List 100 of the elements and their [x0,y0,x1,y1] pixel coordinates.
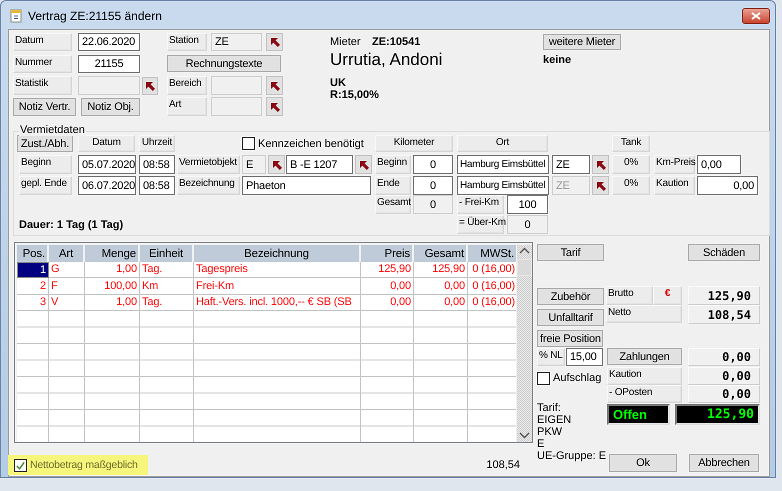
tenant-label: Mieter [330,35,362,49]
table-cell: 3 [17,294,49,311]
window-title: Vertrag ZE:21155 ändern [28,8,162,22]
accessories-button[interactable]: Zubehör [537,288,604,305]
station-field[interactable]: ZE [552,155,590,174]
column-header[interactable]: Bezeichnung [194,245,361,263]
table-cell: 1,00 [85,294,140,311]
lookup-button[interactable] [592,155,609,174]
checkbox-label: Kennzeichen benötigt [258,138,364,150]
pickup-button[interactable]: Zust./Abh. [17,135,73,152]
plate-field[interactable]: B -E 1207 [286,155,353,174]
checkbox[interactable] [537,372,550,384]
note-button[interactable]: Notiz Vertr. [13,98,76,116]
field-label: = Über-Km [457,215,504,234]
table-cell: Tagespreis [194,262,361,278]
cancel-button[interactable]: Abbrechen [689,454,759,472]
column-header[interactable]: Preis [361,245,414,263]
column-header[interactable]: Menge [85,245,140,263]
column-header[interactable]: Gesamt [414,245,468,263]
total-value: 125,90 [688,286,760,305]
lookup-button[interactable] [266,97,283,116]
payments-button[interactable]: Zahlungen [607,348,682,365]
column-header[interactable]: Pos. [17,245,49,263]
tenant-info: UK [330,77,347,89]
number-field[interactable]: 21155 [78,55,140,73]
column-header[interactable]: Art [49,245,85,263]
table-cell: 125,90 [361,262,414,278]
lookup-button[interactable] [268,155,285,174]
ok-button[interactable]: Ok [609,454,677,472]
total-value: 0,00 [688,367,760,385]
area-field[interactable] [211,76,262,95]
note-button[interactable]: Notiz Obj. [81,98,140,116]
table-cell: G [49,262,85,278]
arrow-icon [358,158,370,170]
tenant-id: ZE:10541 [372,35,422,49]
field-label: - Frei-Km [457,195,504,214]
lookup-button[interactable] [355,155,372,174]
total-label: Netto [606,305,682,323]
open-label: Offen [607,404,670,425]
km-price-field[interactable]: 0,00 [697,155,741,174]
scrollbar[interactable] [517,245,532,442]
document-icon [10,8,22,22]
km-field[interactable]: 0 [413,195,453,214]
table-cell: 125,90 [414,262,468,278]
damages-button[interactable]: Schäden [688,244,760,261]
table-cell: 1 [17,262,49,278]
date-field[interactable]: 22.06.2020 [78,33,140,51]
field-label: Beginn [19,155,72,174]
field-label: Kaution [654,176,695,195]
field-label: Beginn [375,155,411,174]
close-button[interactable] [742,8,770,24]
deposit-field[interactable]: 0,00 [697,176,758,195]
time-field[interactable]: 08:58 [139,176,175,195]
column-header[interactable]: MWSt. [468,245,516,263]
field-label: Gesamt [375,195,411,214]
field-label: Statistik [13,76,72,95]
lookup-button[interactable] [266,33,283,51]
checkbox-label: Aufschlag [553,372,602,384]
station-field[interactable]: ZE [211,33,262,51]
date-field[interactable]: 06.07.2020 [78,176,136,195]
column-header: Kilometer [375,135,453,152]
statistics-field[interactable] [78,76,140,95]
table-cell: 0,00 [414,278,468,294]
km-field[interactable]: 0 [413,155,453,174]
field-label: Bereich [167,76,207,95]
checkbox[interactable] [14,458,27,472]
group-field[interactable]: E [242,155,266,174]
table-total: 108,54 [485,458,520,473]
free-position-button[interactable]: freie Position [537,330,603,347]
lookup-button[interactable] [592,176,609,195]
checkbox[interactable] [242,137,255,150]
table-cell: 0,00 [414,294,468,311]
tenant-name: Urrutia, Andoni [330,50,444,70]
column-header[interactable]: Einheit [140,245,194,263]
column-header: Datum [78,135,135,152]
tank-value: 0% [612,155,650,174]
free-km-field[interactable]: 100 [507,195,548,214]
place-field[interactable]: Hamburg Eimsbüttel [457,155,549,174]
table-cell: V [49,294,85,311]
lookup-button[interactable] [142,76,158,94]
accident-tariff-button[interactable]: Unfalltarif [537,309,604,326]
total-label: Brutto [606,286,653,305]
lookup-button[interactable] [266,76,283,95]
type-field[interactable] [211,97,262,116]
time-field[interactable]: 08:58 [139,155,175,174]
tenant-info: R:15,00% [330,89,380,101]
date-field[interactable]: 05.07.2020 [78,155,136,174]
km-field[interactable]: 0 [413,176,453,195]
nl-field[interactable]: 15,00 [566,348,603,366]
more-tenants-button[interactable]: weitere Mieter [543,34,621,50]
total-label: Kaution [607,367,682,385]
invoice-texts-button[interactable]: Rechnungstexte [167,55,281,72]
tariff-info-line: Tarif: [537,402,562,414]
arrow-icon [594,158,606,170]
over-km-field[interactable]: 0 [507,215,548,234]
scrollbar-thumb[interactable] [517,259,532,276]
description-field[interactable]: Phaeton [242,176,371,195]
field-label: Ende [375,176,411,195]
tariff-button[interactable]: Tarif [537,244,604,261]
arrow-icon [268,80,280,92]
